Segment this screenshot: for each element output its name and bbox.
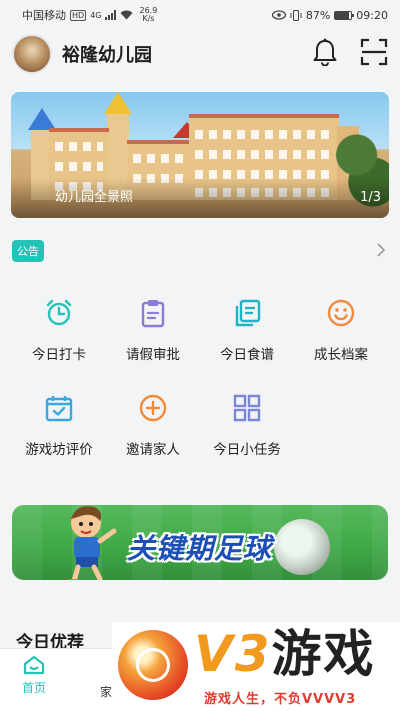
chevron-right-icon[interactable] (376, 242, 386, 258)
grid-apps-icon (233, 394, 261, 422)
banner-page-indicator: 1/3 (360, 190, 381, 205)
func-daily-task[interactable]: 今日小任务 (200, 393, 294, 488)
func-invite-family[interactable]: 邀请家人 (106, 393, 200, 488)
copy-document-icon (235, 299, 261, 327)
app-screen: 中国移动 HD 4G 26.9 K/s 87% 09:20 裕隆幼儿园 幼儿园全… (0, 0, 400, 711)
football-icon (274, 519, 330, 575)
battery-icon (334, 10, 355, 20)
bell-icon[interactable] (312, 38, 338, 66)
watermark-slogan: 游戏人生，不负VVVV3 (204, 692, 357, 707)
func-label: 今日小任务 (213, 442, 281, 458)
signal-icon (105, 10, 117, 20)
calendar-check-icon (45, 396, 73, 422)
watermark-brand: V3游戏 (194, 625, 376, 683)
banner-caption: 幼儿园全景照 (55, 190, 134, 205)
plus-circle-icon (139, 394, 167, 422)
func-label: 今日食谱 (220, 347, 274, 363)
nav-home-label: 首页 (22, 681, 47, 695)
football-promo-banner[interactable]: 关键期足球 (12, 505, 388, 580)
vibrate-icon (290, 9, 302, 21)
func-label: 请假审批 (126, 347, 180, 363)
func-label: 今日打卡 (32, 347, 86, 363)
func-checkin[interactable]: 今日打卡 (12, 298, 106, 393)
func-growth-record[interactable]: 成长档案 (294, 298, 388, 393)
app-header: 裕隆幼儿园 (0, 30, 400, 78)
campus-banner[interactable]: 幼儿园全景照 1/3 (11, 92, 389, 218)
kid-mascot-icon (68, 506, 117, 580)
net-speed: 26.9 K/s (139, 6, 158, 23)
battery-percent: 87% (305, 8, 331, 22)
func-label: 游戏坊评价 (25, 442, 93, 458)
school-name: 裕隆幼儿园 (62, 45, 152, 66)
wifi-icon (120, 10, 133, 20)
clipboard-icon (141, 300, 165, 328)
smile-icon (327, 299, 355, 327)
scan-icon[interactable] (360, 38, 388, 66)
eye-icon (271, 10, 286, 20)
network-gen-label: 4G (90, 10, 102, 20)
school-avatar[interactable] (12, 34, 52, 74)
promo-text: 关键期足球 (127, 532, 273, 565)
func-leave-approval[interactable]: 请假审批 (106, 298, 200, 393)
func-menu[interactable]: 今日食谱 (200, 298, 294, 393)
clock-time: 09:20 (356, 8, 388, 22)
notice-tag: 公告 (12, 240, 44, 262)
func-label: 邀请家人 (126, 442, 180, 458)
home-icon (23, 655, 45, 675)
nav-home[interactable]: 首页 (22, 655, 46, 696)
watermark-logo: V3游戏 游戏人生，不负VVVV3 (112, 622, 400, 711)
status-bar: 中国移动 HD 4G 26.9 K/s 87% 09:20 (0, 0, 400, 30)
notice-bar[interactable]: 公告 (12, 240, 388, 262)
func-game-review[interactable]: 游戏坊评价 (12, 393, 106, 488)
function-grid: 今日打卡 请假审批 今日食谱 成长档案 游戏坊评价 邀请家人 今日小任务 (12, 298, 388, 488)
nav-family-label: 家 (100, 685, 113, 699)
carrier-label: 中国移动 (22, 9, 66, 22)
alarm-clock-icon (46, 299, 72, 326)
hd-badge: HD (70, 9, 87, 21)
nav-family[interactable]: 家 (100, 683, 112, 700)
func-label: 成长档案 (314, 347, 368, 363)
music-disc-icon (118, 630, 188, 700)
